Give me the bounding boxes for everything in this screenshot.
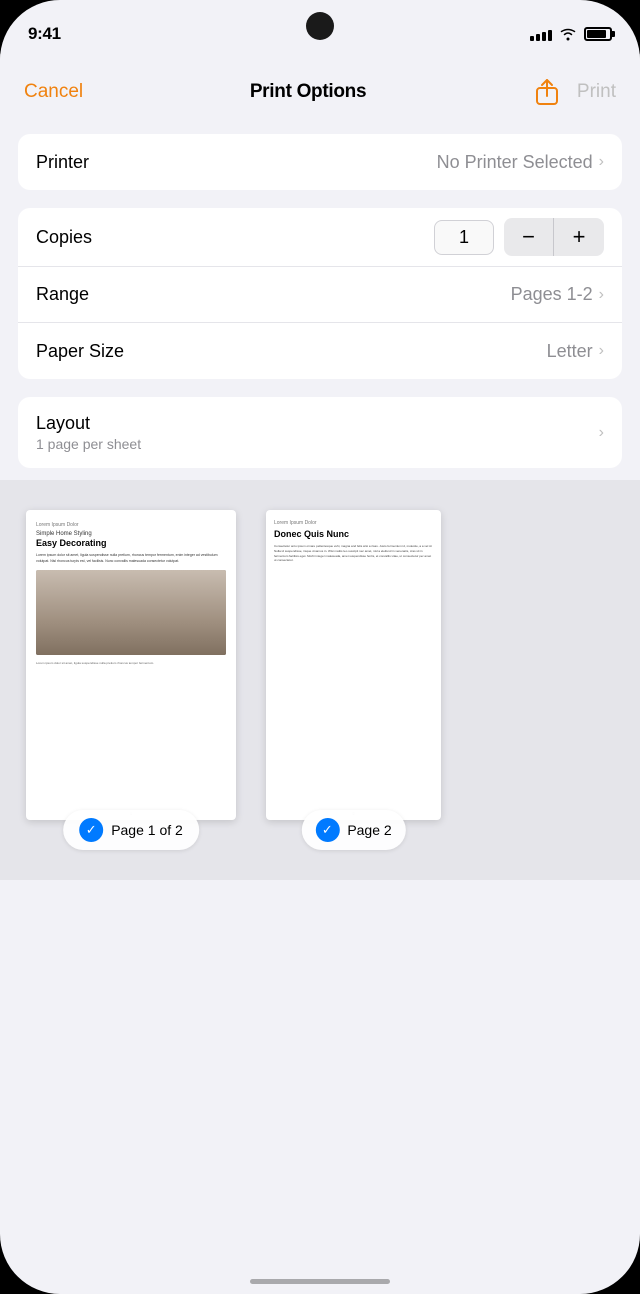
preview-page1-body: Lorem ipsum dolor sit amet, ligula suspe…: [36, 553, 226, 564]
preview-page1-subtitle: Simple Home Styling: [36, 531, 226, 537]
page2-badge-label: Page 2: [347, 822, 391, 838]
preview-page2-body: Consectetur arcu ipsum ornare pellentesq…: [274, 544, 433, 563]
page2-check-icon: ✓: [315, 818, 339, 842]
options-section: Copies 1 − + Range Pages 1-2 › Paper Siz…: [18, 208, 622, 379]
printer-value-group: No Printer Selected ›: [437, 152, 604, 173]
preview-page2-eyebrow: Lorem Ipsum Dolor: [274, 520, 433, 526]
range-value: Pages 1-2: [511, 284, 593, 305]
range-label: Range: [36, 284, 89, 305]
layout-text-group: Layout 1 page per sheet: [36, 413, 141, 452]
page1-check-icon: ✓: [79, 818, 103, 842]
layout-section: Layout 1 page per sheet ›: [18, 397, 622, 468]
layout-chevron-icon: ›: [599, 424, 604, 442]
paper-size-label: Paper Size: [36, 341, 124, 362]
layout-sublabel: 1 page per sheet: [36, 436, 141, 452]
page1-badge-label: Page 1 of 2: [111, 822, 183, 838]
page2-badge: ✓ Page 2: [301, 810, 405, 850]
paper-size-chevron-icon: ›: [599, 342, 604, 360]
copies-value: 1: [434, 220, 494, 255]
page1-badge: ✓ Page 1 of 2: [63, 810, 199, 850]
furniture-image: [36, 570, 226, 655]
signal-bar-3: [542, 32, 546, 41]
printer-value: No Printer Selected: [437, 152, 593, 173]
cancel-button[interactable]: Cancel: [24, 81, 83, 103]
preview-page1-image: [36, 570, 226, 655]
status-icons: [530, 27, 612, 41]
preview-page-1-container[interactable]: Lorem Ipsum Dolor Simple Home Styling Ea…: [16, 510, 246, 820]
paper-size-value: Letter: [547, 341, 593, 362]
copies-label: Copies: [36, 227, 92, 248]
share-button[interactable]: [533, 78, 561, 106]
nav-right-actions: Print: [533, 78, 616, 106]
preview-page1-title: Easy Decorating: [36, 538, 226, 548]
range-row[interactable]: Range Pages 1-2 ›: [18, 267, 622, 323]
copies-row: Copies 1 − +: [18, 208, 622, 267]
printer-chevron-icon: ›: [599, 153, 604, 171]
paper-size-row[interactable]: Paper Size Letter ›: [18, 323, 622, 379]
signal-icon: [530, 27, 552, 41]
print-button[interactable]: Print: [577, 81, 616, 103]
nav-bar: Cancel Print Options Print: [0, 54, 640, 126]
bg-overlay: [36, 570, 226, 655]
preview-wrapper: Lorem Ipsum Dolor Simple Home Styling Ea…: [0, 500, 640, 880]
home-indicator[interactable]: [250, 1279, 390, 1284]
page-title: Print Options: [250, 81, 366, 103]
printer-row[interactable]: Printer No Printer Selected ›: [18, 134, 622, 190]
range-value-group: Pages 1-2 ›: [511, 284, 604, 305]
preview-page1-eyebrow: Lorem Ipsum Dolor: [36, 522, 226, 528]
preview-page1-body-area: Lorem ipsum dolor sit amet, ligula suspe…: [36, 553, 226, 564]
preview-page-1: Lorem Ipsum Dolor Simple Home Styling Ea…: [26, 510, 236, 820]
preview-area: Lorem Ipsum Dolor Simple Home Styling Ea…: [0, 480, 640, 880]
signal-bar-2: [536, 34, 540, 41]
copies-control: 1 − +: [434, 218, 604, 256]
battery-tip: [612, 31, 615, 37]
signal-bar-4: [548, 30, 552, 41]
preview-page-2-container[interactable]: Lorem Ipsum Dolor Donec Quis Nunc Consec…: [258, 510, 449, 820]
copies-decrement-button[interactable]: −: [504, 218, 554, 256]
preview-page1-caption: Lorem ipsum dolor sit amet, ligula suspe…: [36, 661, 226, 666]
wifi-icon: [559, 27, 577, 41]
camera-notch: [306, 12, 334, 40]
printer-section: Printer No Printer Selected ›: [18, 134, 622, 190]
signal-bar-1: [530, 36, 534, 41]
battery-fill: [587, 30, 606, 38]
copies-increment-button[interactable]: +: [554, 218, 604, 256]
layout-label: Layout: [36, 413, 141, 434]
phone-frame: 9:41 Cancel P: [0, 0, 640, 1294]
screen-content: Cancel Print Options Print Printer No Pr…: [0, 54, 640, 1294]
printer-label: Printer: [36, 152, 89, 173]
range-chevron-icon: ›: [599, 286, 604, 304]
layout-row[interactable]: Layout 1 page per sheet ›: [18, 397, 622, 468]
battery-icon: [584, 27, 612, 41]
preview-page2-heading: Donec Quis Nunc: [274, 529, 433, 539]
paper-size-value-group: Letter ›: [547, 341, 604, 362]
status-time: 9:41: [28, 24, 61, 44]
preview-page-2: Lorem Ipsum Dolor Donec Quis Nunc Consec…: [266, 510, 441, 820]
